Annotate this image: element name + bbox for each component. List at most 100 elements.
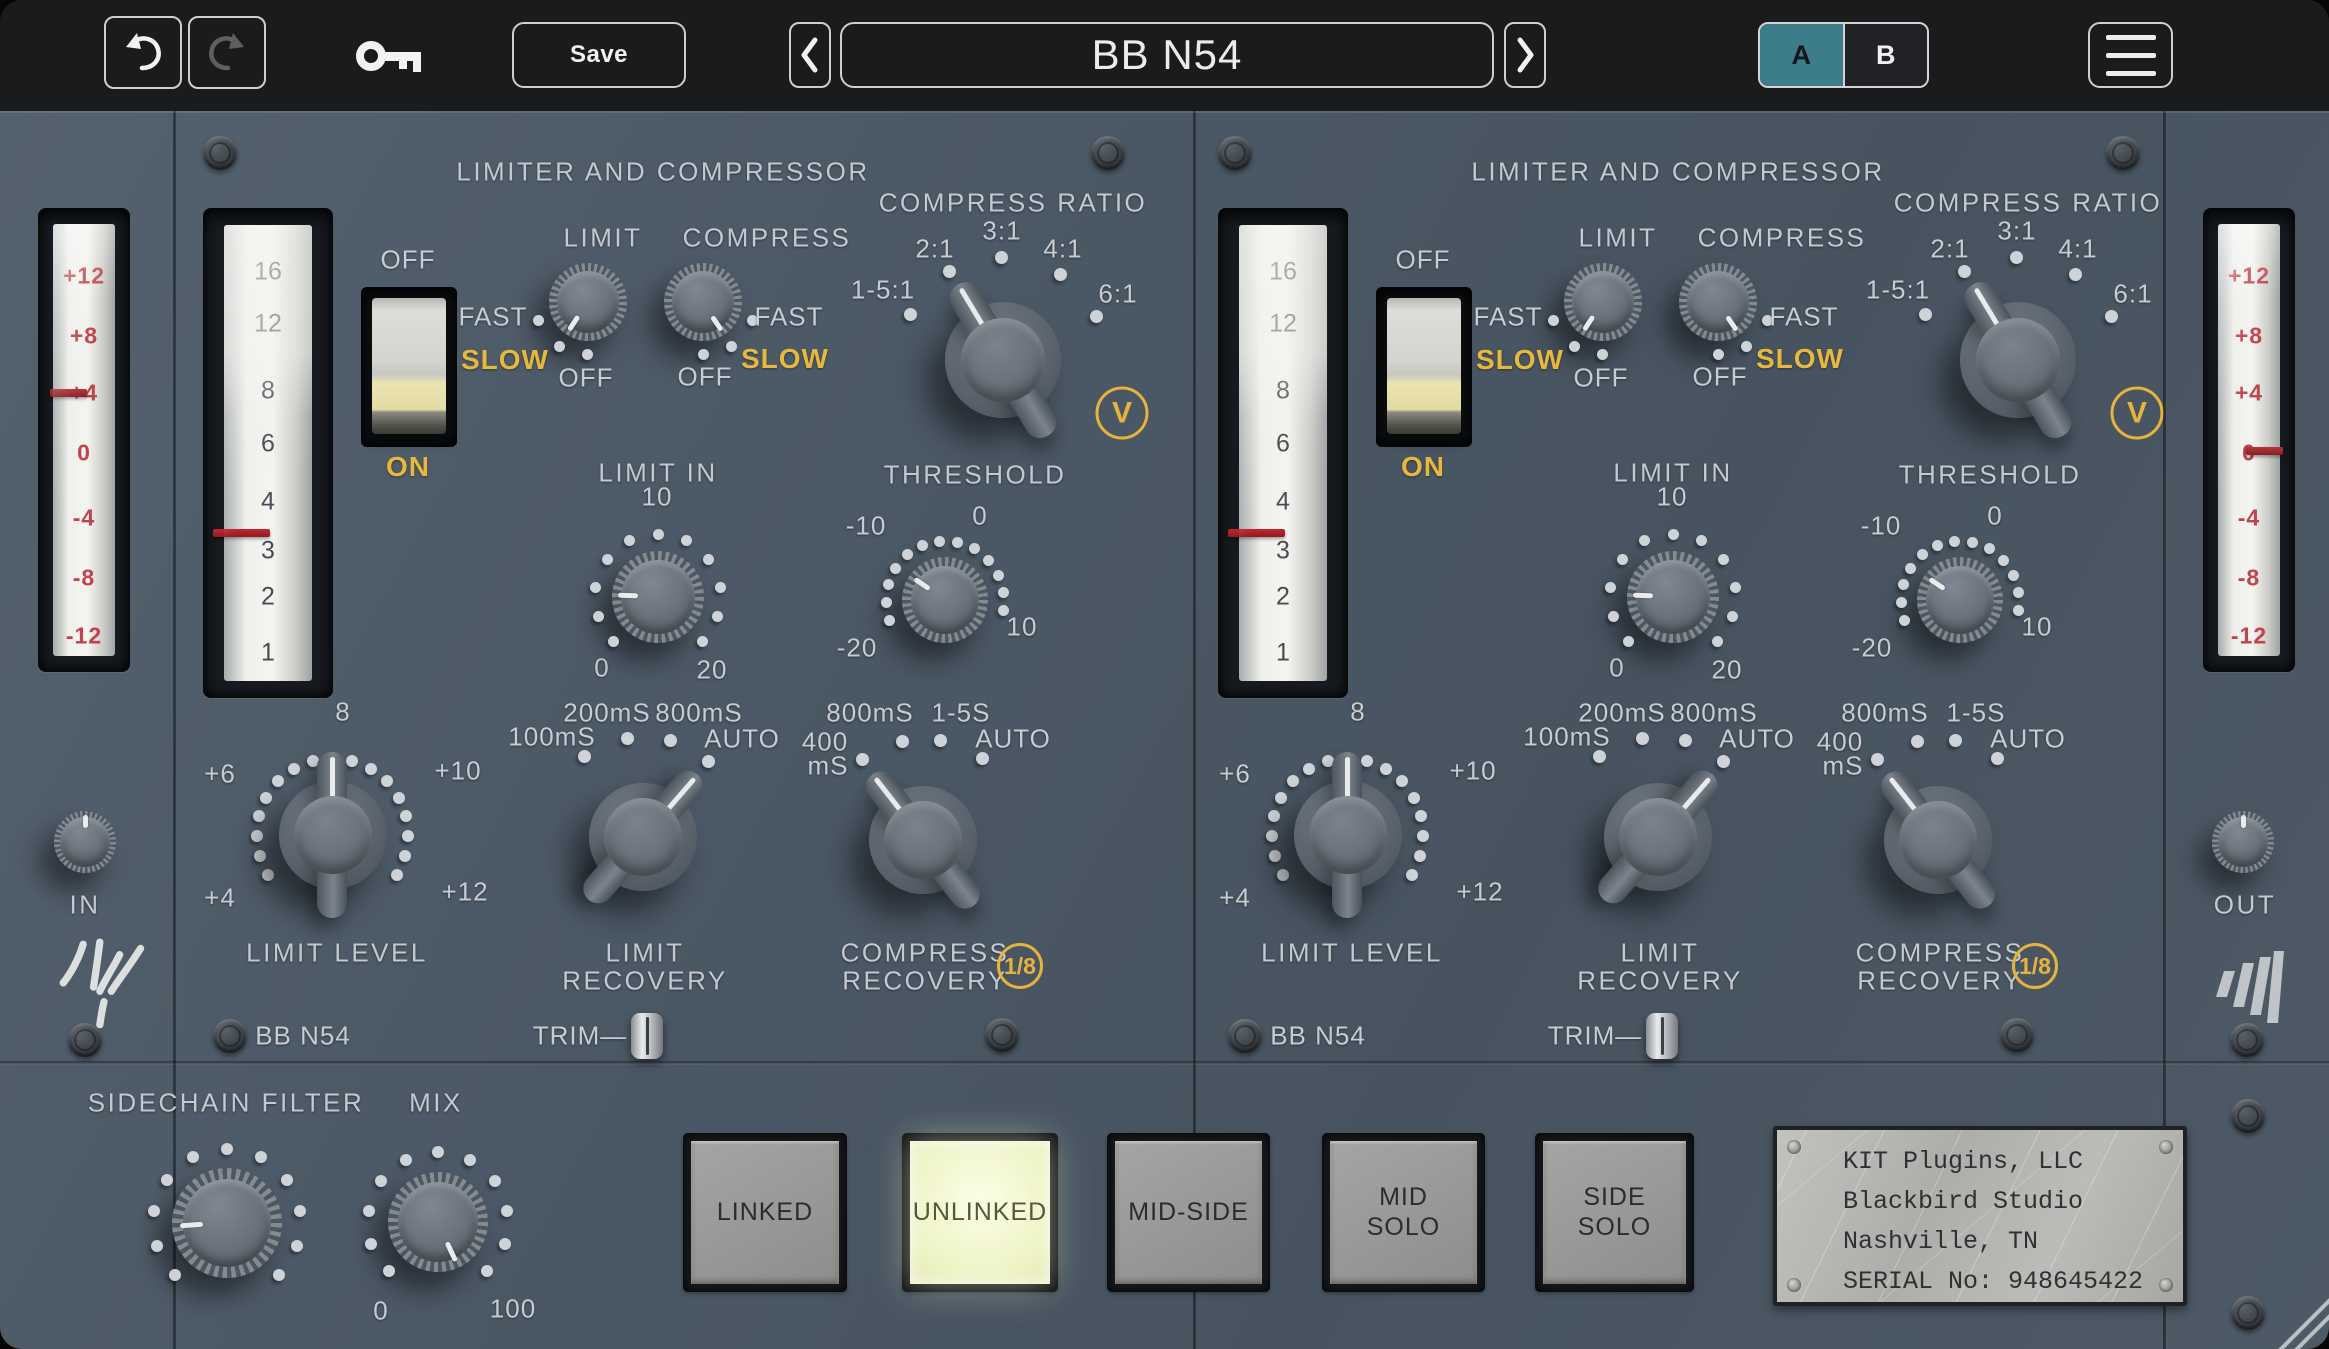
knob-pointer — [649, 248, 757, 356]
linked-button[interactable]: LINKED — [691, 1141, 839, 1284]
redo-button[interactable] — [188, 16, 266, 89]
threshold-knob[interactable] — [875, 530, 1015, 670]
power-switch[interactable] — [1376, 287, 1472, 447]
knob-face[interactable] — [1976, 318, 2060, 402]
chevron-left-icon — [798, 35, 822, 75]
screw-icon — [1228, 1019, 1262, 1053]
limit-recovery-knob[interactable] — [533, 727, 753, 947]
limit-recovery-title: RECOVERY — [562, 966, 727, 997]
channel-right: LIMITER AND COMPRESSOR 16 12 8 6 4 3 2 1… — [1190, 115, 2210, 1063]
knob-face[interactable] — [294, 796, 372, 874]
knob-face[interactable] — [1309, 796, 1387, 874]
gr-meter-strip: 16 12 8 6 4 3 2 1 — [224, 225, 312, 681]
limit-level-tick: +12 — [1456, 877, 1503, 908]
limit-recovery-tick: 200mS — [563, 698, 650, 729]
save-button[interactable]: Save — [512, 22, 686, 88]
compress-ratio-knob[interactable] — [1908, 250, 2128, 470]
unlinked-button[interactable]: UNLINKED — [910, 1141, 1050, 1284]
mid-side-button-bezel: MID-SIDE — [1107, 1133, 1270, 1292]
vu-scale-label: +8 — [2218, 323, 2281, 350]
corner-scratch — [2265, 1285, 2329, 1349]
sidechain-filter-knob[interactable] — [142, 1138, 312, 1308]
knob-face[interactable] — [884, 801, 962, 879]
gr-scale-label: 3 — [1239, 536, 1327, 565]
limit-fast-label: FAST — [1473, 302, 1542, 333]
menu-button[interactable] — [2088, 22, 2173, 88]
license-key-button[interactable] — [352, 33, 432, 79]
threshold-knob[interactable] — [1890, 530, 2030, 670]
limit-level-knob[interactable] — [1260, 747, 1435, 922]
hamburger-icon — [2106, 35, 2156, 40]
mid-solo-button-bezel: MID SOLO — [1322, 1133, 1485, 1292]
mix-title: MIX — [409, 1088, 463, 1119]
v-badge: V — [2111, 387, 2164, 440]
vu-meter-right: +12 +8 +4 0 -4 -8 -12 — [2203, 208, 2295, 672]
undo-button[interactable] — [104, 16, 182, 89]
switch-rocker[interactable] — [1387, 298, 1462, 434]
vu-scale-label: +12 — [53, 263, 116, 290]
gr-scale-label: 8 — [1239, 377, 1327, 406]
trim-slider[interactable] — [1646, 1013, 1678, 1059]
vu-scale-label: -8 — [2218, 565, 2281, 592]
compress-slow-label: SLOW — [1756, 343, 1844, 375]
limit-level-tick: +6 — [204, 759, 236, 790]
side-solo-button[interactable]: SIDE SOLO — [1543, 1141, 1686, 1284]
knob-pointer — [54, 811, 116, 873]
screw-icon — [213, 1019, 247, 1053]
channel-title: LIMITER AND COMPRESSOR — [456, 157, 869, 188]
preset-name-field[interactable]: BB N54 — [840, 22, 1494, 88]
preset-next-button[interactable] — [1504, 22, 1546, 88]
toolbar: Save BB N54 A B — [0, 0, 2329, 111]
chevron-right-icon — [1513, 35, 1537, 75]
compress-recovery-knob[interactable] — [813, 730, 1033, 950]
limit-level-tick: +10 — [434, 756, 481, 787]
trim-label: TRIM— — [533, 1021, 628, 1052]
screw-icon — [985, 1018, 1019, 1052]
switch-off-label: OFF — [1396, 245, 1451, 276]
preset-prev-button[interactable] — [789, 22, 831, 88]
mix-knob[interactable] — [358, 1142, 518, 1302]
screw-icon — [68, 1023, 102, 1057]
compress-ratio-title: COMPRESS RATIO — [879, 188, 1148, 219]
limit-in-tick: 10 — [642, 482, 673, 513]
threshold-title: THRESHOLD — [1899, 460, 2082, 491]
limit-in-knob[interactable] — [583, 522, 733, 672]
compress-recovery-knob[interactable] — [1828, 730, 2048, 950]
switch-rocker[interactable] — [372, 298, 447, 434]
gr-scale-label: 4 — [224, 487, 312, 516]
trim-slider[interactable] — [631, 1013, 663, 1059]
vu-scale-label: -4 — [53, 504, 116, 531]
compress-ratio-knob[interactable] — [893, 250, 1113, 470]
knob-pointer — [2212, 811, 2274, 873]
threshold-tick: 0 — [972, 501, 987, 532]
output-gain-knob[interactable] — [2203, 802, 2283, 882]
limit-level-knob[interactable] — [245, 747, 420, 922]
input-gain-knob[interactable] — [45, 802, 125, 882]
limit-level-title: LIMIT LEVEL — [246, 938, 428, 969]
mid-side-button[interactable]: MID-SIDE — [1115, 1141, 1262, 1284]
knob-face[interactable] — [1619, 798, 1697, 876]
knob-face[interactable] — [604, 798, 682, 876]
threshold-tick: -20 — [1852, 633, 1893, 664]
plate-screw-icon — [2159, 1140, 2173, 1154]
screw-icon — [203, 136, 237, 170]
knob-face[interactable] — [961, 318, 1045, 402]
limit-in-knob[interactable] — [1598, 522, 1748, 672]
v-badge: V — [1096, 387, 1149, 440]
gr-scale-label: 2 — [1239, 583, 1327, 612]
ab-b-button[interactable]: B — [1843, 24, 1928, 86]
ab-a-button[interactable]: A — [1760, 24, 1843, 86]
power-switch[interactable] — [361, 287, 457, 447]
model-label: BB N54 — [255, 1021, 351, 1052]
limit-level-tick: +10 — [1449, 756, 1496, 787]
switch-on-label: ON — [1401, 451, 1445, 483]
knob-pointer — [1664, 248, 1772, 356]
limit-recovery-knob[interactable] — [1548, 727, 1768, 947]
limit-level-tick: +4 — [1219, 883, 1251, 914]
screw-icon — [1091, 136, 1125, 170]
knob-face[interactable] — [1899, 801, 1977, 879]
compress-recovery-title: COMPRESS — [841, 938, 1010, 969]
screw-icon — [1218, 136, 1252, 170]
mid-solo-button[interactable]: MID SOLO — [1330, 1141, 1477, 1284]
screw-icon — [2000, 1018, 2034, 1052]
